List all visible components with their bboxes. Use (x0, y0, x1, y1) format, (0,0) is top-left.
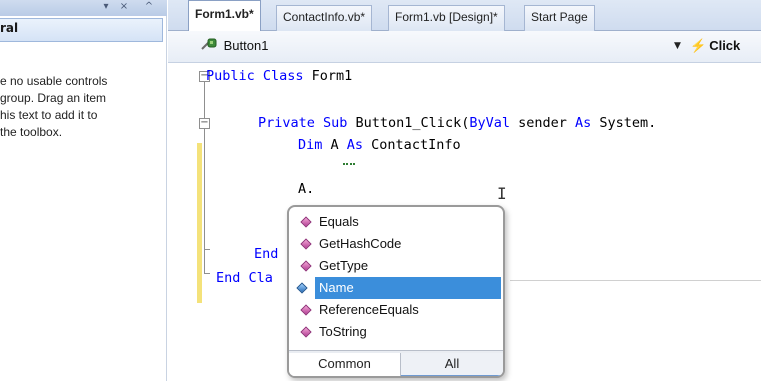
toolbox-message-line: the toolbox. (0, 125, 63, 139)
outline-end-tick (204, 249, 210, 250)
code-line-dim-statement[interactable]: Dim A As ContactInfo (298, 137, 461, 153)
chevron-down-icon[interactable]: ▼ (674, 41, 681, 51)
tab-start-page[interactable]: Start Page (524, 5, 595, 31)
code-line-end-class[interactable]: End Cla (216, 270, 273, 286)
toolbox-collapse-button[interactable]: ^ (143, 0, 155, 14)
toolbox-empty-message: e no usable controls group. Drag an item… (0, 73, 160, 141)
completion-item-label: Name (319, 280, 354, 295)
toolbox-message-line: his text to add it to (0, 108, 98, 122)
tab-form1-design[interactable]: Form1.vb [Design]* (388, 5, 505, 31)
toolbox-group-header[interactable]: ral (0, 18, 163, 42)
completion-item-equals[interactable]: Equals (291, 211, 501, 233)
procedure-separator (510, 280, 761, 281)
outline-line (204, 82, 205, 274)
indicator-margin (168, 63, 198, 381)
tab-label: Form1.vb* (195, 7, 254, 21)
method-name-label: Click (709, 38, 741, 53)
tab-label: Form1.vb [Design]* (395, 10, 498, 24)
completion-items: Equals GetHashCode GetType Name Referenc… (291, 211, 501, 343)
toolbox-panel: ▾ × ^ ral e no usable controls group. Dr… (0, 0, 167, 381)
completion-item-label: Equals (319, 214, 359, 229)
method-icon (300, 260, 312, 272)
tab-common[interactable]: Common (289, 353, 401, 376)
completion-item-label: ToString (319, 324, 367, 339)
toolbox-message-line: group. Drag an item (0, 91, 107, 105)
control-icon (201, 38, 217, 50)
tab-all[interactable]: All (401, 353, 503, 376)
tab-label: Start Page (531, 10, 588, 24)
toolbox-pin-button[interactable]: × (118, 0, 130, 14)
completion-item-label: GetHashCode (319, 236, 402, 251)
tab-form1-vb[interactable]: Form1.vb* (188, 0, 261, 31)
outline-end-tick (204, 273, 210, 274)
warning-squiggle (343, 162, 355, 165)
code-navigation-bar: Button1 ▼ ⚡ Click (168, 31, 761, 63)
lightning-bolt-icon: ⚡ (690, 38, 707, 53)
code-line-member-access[interactable]: A. (298, 181, 314, 197)
completion-item-gettype[interactable]: GetType (291, 255, 501, 277)
method-icon (300, 304, 312, 316)
intellisense-completion-list[interactable]: Equals GetHashCode GetType Name Referenc… (287, 205, 505, 378)
completion-item-name[interactable]: Name (296, 277, 501, 299)
completion-item-label: ReferenceEquals (319, 302, 419, 317)
code-line-class-declaration[interactable]: Public Class Form1 (206, 68, 352, 84)
tab-label: ContactInfo.vb* (283, 10, 366, 24)
toolbox-group-label: ral (0, 21, 19, 35)
field-icon (296, 282, 308, 294)
method-icon (300, 238, 312, 250)
toolbox-dropdown-button[interactable]: ▾ (100, 0, 112, 14)
method-icon (300, 216, 312, 228)
document-tab-strip: Form1.vb* ContactInfo.vb* Form1.vb [Desi… (168, 0, 761, 31)
class-name-dropdown[interactable]: Button1 (200, 38, 268, 58)
toolbox-message-line: e no usable controls (0, 74, 108, 88)
class-name-label: Button1 (223, 38, 269, 53)
completion-item-label: GetType (319, 258, 369, 273)
completion-item-tostring[interactable]: ToString (291, 321, 501, 343)
tab-contactinfo-vb[interactable]: ContactInfo.vb* (276, 5, 373, 31)
toolbox-titlebar: ▾ × ^ (0, 0, 167, 16)
completion-item-gethashcode[interactable]: GetHashCode (291, 233, 501, 255)
method-icon (300, 326, 312, 338)
code-line-end-sub[interactable]: End (254, 246, 278, 262)
completion-item-referenceequals[interactable]: ReferenceEquals (291, 299, 501, 321)
i-beam-cursor-icon: I (497, 184, 507, 203)
method-name-dropdown[interactable]: ⚡ Click (690, 38, 740, 54)
code-line-sub-declaration[interactable]: Private Sub Button1_Click(ByVal sender A… (258, 115, 656, 131)
collapse-sub-toggle[interactable]: − (199, 118, 210, 129)
change-tracking-bar (197, 143, 202, 303)
completion-filter-tabs: Common All (289, 350, 503, 376)
